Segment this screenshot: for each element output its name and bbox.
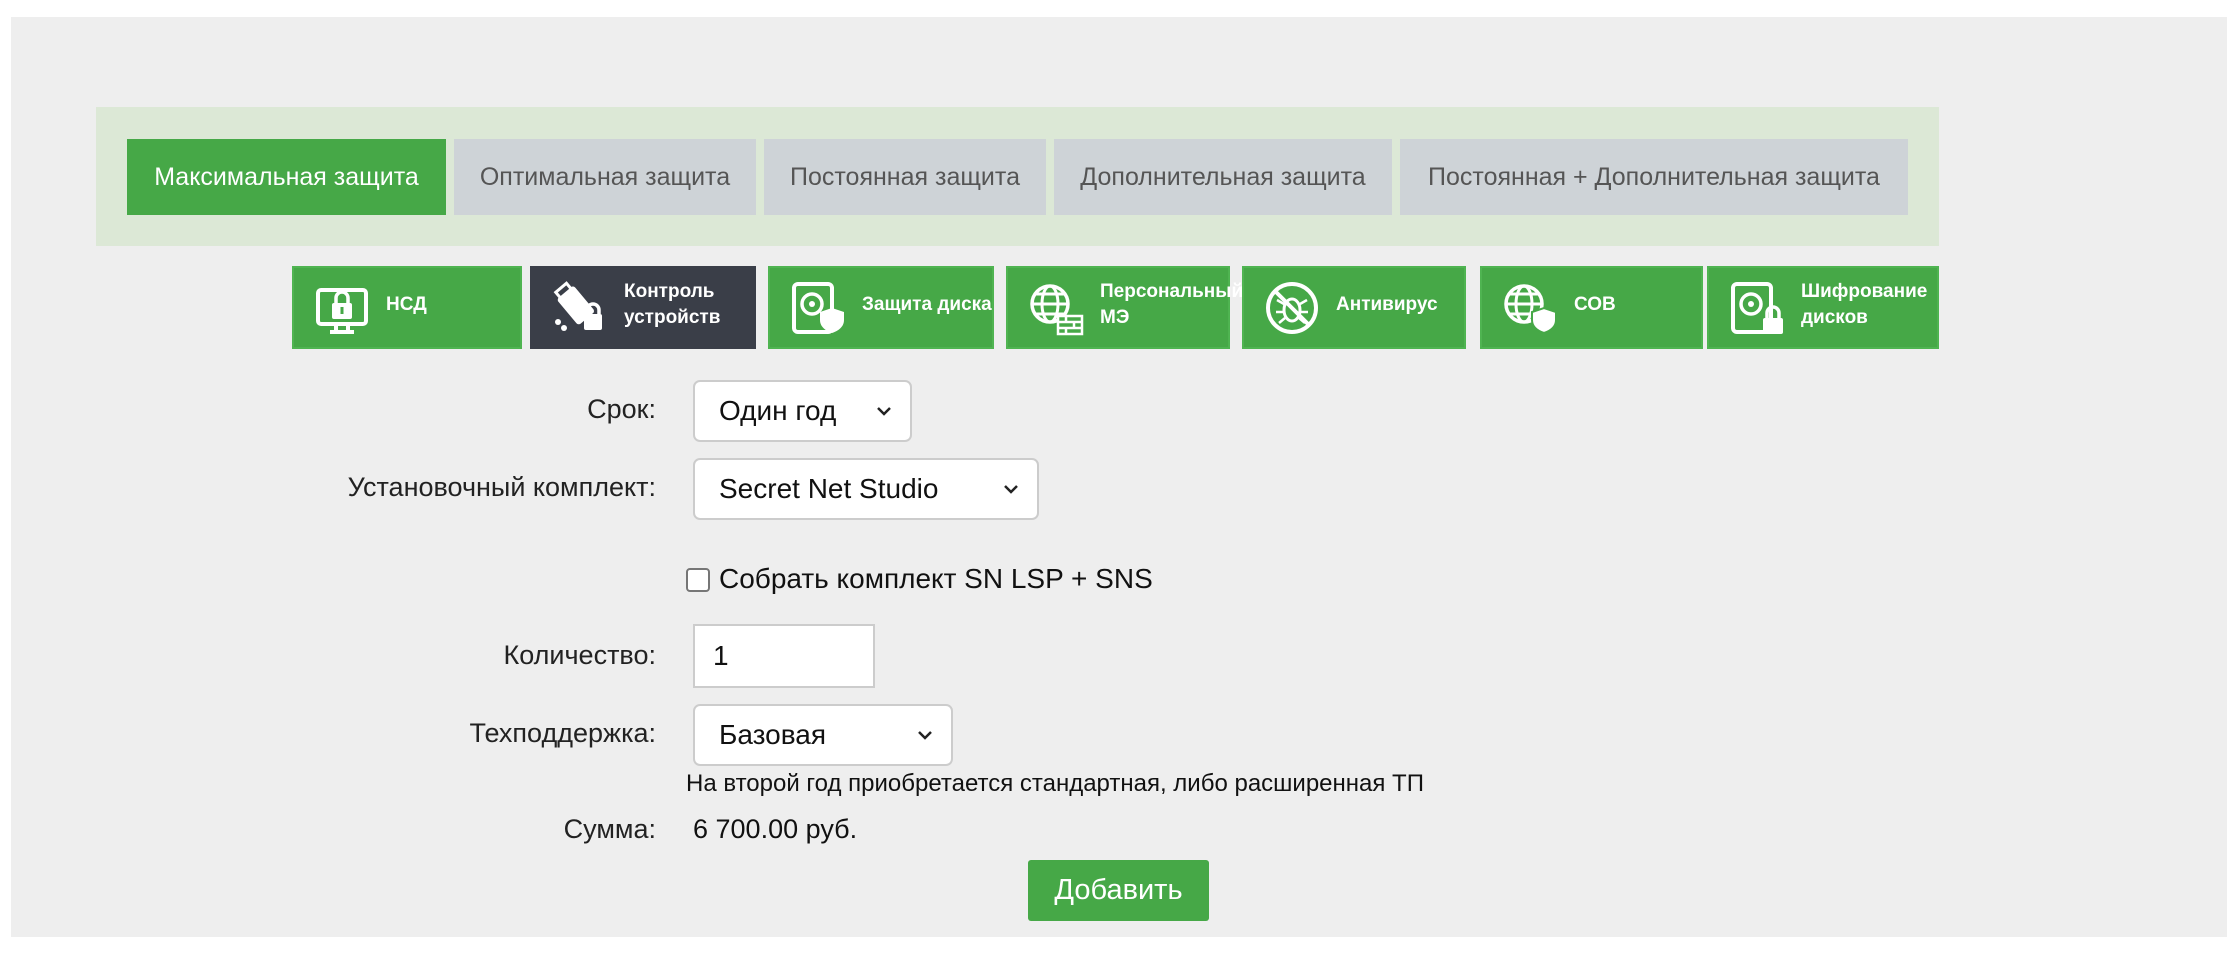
bundle-checkbox[interactable]	[686, 568, 710, 592]
kit-label: Установочный комплект:	[347, 472, 656, 502]
product-label: Контроль устройств	[624, 280, 721, 328]
quantity-input[interactable]: 1	[693, 624, 875, 688]
product-disk-protection[interactable]: Защита диска	[768, 266, 994, 349]
bundle-checkbox-label[interactable]: Собрать комплект SN LSP + SNS	[719, 563, 1153, 595]
no-bug-icon	[1266, 281, 1318, 334]
add-button[interactable]: Добавить	[1028, 860, 1209, 921]
disk-lock-icon	[1731, 281, 1783, 334]
disk-shield-icon	[792, 281, 844, 334]
product-disk-encryption[interactable]: Шифрование дисков	[1707, 266, 1939, 349]
product-label: СОВ	[1574, 293, 1616, 315]
product-label: НСД	[386, 293, 427, 315]
quantity-value: 1	[713, 640, 729, 671]
product-device-control[interactable]: Контроль устройств	[530, 266, 756, 349]
term-label: Срок:	[587, 394, 656, 424]
tab-permanent-plus-additional[interactable]: Постоянная + Дополнительная защита	[1400, 139, 1908, 215]
kit-select[interactable]: Secret Net Studio	[693, 458, 1039, 520]
support-select[interactable]: Базовая	[693, 704, 953, 766]
sum-value: 6 700.00 руб.	[693, 814, 858, 844]
support-label: Техподдержка:	[469, 718, 656, 748]
tab-permanent-protection[interactable]: Постоянная защита	[764, 139, 1046, 215]
term-select[interactable]: Один год	[693, 380, 912, 442]
product-label: Защита диска	[862, 293, 992, 315]
chevron-down-icon	[918, 731, 932, 740]
monitor-lock-icon	[316, 287, 368, 334]
product-ids[interactable]: СОВ	[1480, 266, 1703, 349]
sum-label: Сумма:	[563, 814, 656, 844]
quantity-label: Количество:	[503, 640, 657, 670]
tab-additional-protection[interactable]: Дополнительная защита	[1054, 139, 1392, 215]
kit-select-value: Secret Net Studio	[719, 473, 939, 504]
globe-shield-icon	[1504, 283, 1557, 334]
product-label: Шифрование дисков	[1801, 280, 1928, 328]
support-note: На второй год приобретается стандартная,…	[686, 770, 1424, 797]
product-antivirus[interactable]: Антивирус	[1242, 266, 1466, 349]
globe-firewall-icon	[1030, 283, 1084, 335]
chevron-down-icon	[1004, 485, 1018, 494]
tab-optimal-protection[interactable]: Оптимальная защита	[454, 139, 756, 215]
product-label: Антивирус	[1336, 293, 1438, 315]
tab-maximum-protection[interactable]: Максимальная защита	[127, 139, 446, 215]
product-personal-firewall[interactable]: Персональный МЭ	[1006, 266, 1243, 349]
support-select-value: Базовая	[719, 719, 827, 750]
chevron-down-icon	[877, 407, 891, 416]
usb-lock-icon	[553, 280, 602, 331]
product-label: Персональный МЭ	[1100, 280, 1244, 328]
term-select-value: Один год	[719, 395, 837, 426]
product-nsd[interactable]: НСД	[292, 266, 522, 349]
